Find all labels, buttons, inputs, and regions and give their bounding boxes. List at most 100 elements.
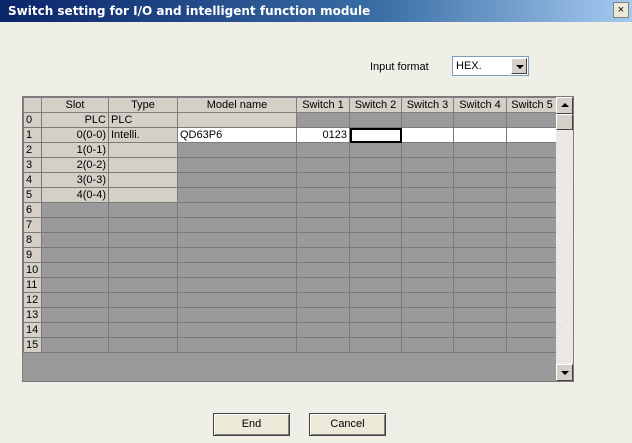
cell-s4[interactable] xyxy=(453,202,507,218)
cell-s4[interactable] xyxy=(453,187,507,203)
row-header[interactable]: 1 xyxy=(23,127,42,143)
table-row[interactable]: 6 xyxy=(23,202,558,218)
cell-type[interactable] xyxy=(108,307,178,323)
cell-s3[interactable] xyxy=(401,307,454,323)
cell-model[interactable] xyxy=(177,187,297,203)
cell-s1[interactable] xyxy=(296,187,350,203)
row-header[interactable]: 4 xyxy=(23,172,42,188)
cell-s3[interactable] xyxy=(401,127,454,143)
cell-s1[interactable] xyxy=(296,112,350,128)
cell-s5[interactable] xyxy=(506,247,558,263)
cell-s4[interactable] xyxy=(453,142,507,158)
cell-s5[interactable] xyxy=(506,142,558,158)
cell-s2[interactable] xyxy=(349,262,402,278)
cell-s4[interactable] xyxy=(453,247,507,263)
scroll-thumb[interactable] xyxy=(556,114,573,130)
cell-s5[interactable] xyxy=(506,127,558,143)
cell-s5[interactable] xyxy=(506,217,558,233)
row-header[interactable]: 9 xyxy=(23,247,42,263)
cell-s5[interactable] xyxy=(506,262,558,278)
cell-slot[interactable] xyxy=(41,247,109,263)
cell-type[interactable] xyxy=(108,337,178,353)
cell-s2[interactable] xyxy=(349,172,402,188)
cell-s2[interactable] xyxy=(349,112,402,128)
title-bar[interactable]: Switch setting for I/O and intelligent f… xyxy=(0,0,632,22)
row-header[interactable]: 8 xyxy=(23,232,42,248)
cell-model[interactable] xyxy=(177,232,297,248)
column-header-model-name[interactable]: Model name xyxy=(177,97,297,113)
cell-s3[interactable] xyxy=(401,292,454,308)
cell-s2[interactable] xyxy=(349,157,402,173)
cell-model[interactable] xyxy=(177,112,297,128)
cell-s1[interactable] xyxy=(296,292,350,308)
cell-s2[interactable] xyxy=(349,142,402,158)
cell-slot[interactable]: 2(0-2) xyxy=(41,157,109,173)
cell-slot[interactable] xyxy=(41,292,109,308)
table-row[interactable]: 11 xyxy=(23,277,558,293)
cell-type[interactable] xyxy=(108,142,178,158)
cell-s1[interactable] xyxy=(296,232,350,248)
cell-s4[interactable] xyxy=(453,127,507,143)
cell-s1[interactable] xyxy=(296,247,350,263)
cell-model[interactable] xyxy=(177,292,297,308)
cell-s4[interactable] xyxy=(453,157,507,173)
column-header-switch-2[interactable]: Switch 2 xyxy=(349,97,402,113)
cell-s3[interactable] xyxy=(401,277,454,293)
column-header-slot[interactable]: Slot xyxy=(41,97,109,113)
cell-model[interactable] xyxy=(177,307,297,323)
column-header-switch-1[interactable]: Switch 1 xyxy=(296,97,350,113)
cell-slot[interactable] xyxy=(41,202,109,218)
cell-model[interactable] xyxy=(177,217,297,233)
cell-type[interactable] xyxy=(108,247,178,263)
cell-s2[interactable] xyxy=(349,187,402,203)
table-row[interactable]: 7 xyxy=(23,217,558,233)
scroll-up-icon[interactable] xyxy=(556,97,573,114)
cell-s4[interactable] xyxy=(453,277,507,293)
cell-type[interactable] xyxy=(108,202,178,218)
cell-s2[interactable] xyxy=(349,322,402,338)
cell-s4[interactable] xyxy=(453,232,507,248)
cell-slot[interactable] xyxy=(41,232,109,248)
cell-slot[interactable] xyxy=(41,322,109,338)
cell-s5[interactable] xyxy=(506,277,558,293)
cell-s4[interactable] xyxy=(453,307,507,323)
table-row[interactable]: 12 xyxy=(23,292,558,308)
cell-s1[interactable] xyxy=(296,337,350,353)
cell-s3[interactable] xyxy=(401,247,454,263)
table-row[interactable]: 13 xyxy=(23,307,558,323)
row-header[interactable]: 14 xyxy=(23,322,42,338)
cell-type[interactable]: Intelli. xyxy=(108,127,178,143)
cell-model[interactable] xyxy=(177,202,297,218)
cell-model[interactable] xyxy=(177,322,297,338)
cell-s3[interactable] xyxy=(401,157,454,173)
cell-s5[interactable] xyxy=(506,202,558,218)
cell-model[interactable] xyxy=(177,157,297,173)
cell-slot[interactable]: 1(0-1) xyxy=(41,142,109,158)
cell-model[interactable]: QD63P6 xyxy=(177,127,297,143)
cell-type[interactable] xyxy=(108,217,178,233)
cell-s1[interactable] xyxy=(296,157,350,173)
table-row[interactable]: 3 2(0-2) xyxy=(23,157,558,173)
cell-s5[interactable] xyxy=(506,292,558,308)
cell-s1[interactable] xyxy=(296,142,350,158)
row-header[interactable]: 6 xyxy=(23,202,42,218)
cell-s2[interactable] xyxy=(349,127,402,143)
cell-s1[interactable] xyxy=(296,172,350,188)
chevron-down-icon[interactable] xyxy=(511,58,527,74)
cell-type[interactable] xyxy=(108,322,178,338)
cell-s2[interactable] xyxy=(349,307,402,323)
row-header[interactable]: 0 xyxy=(23,112,42,128)
cell-s1[interactable] xyxy=(296,217,350,233)
cell-s3[interactable] xyxy=(401,187,454,203)
cell-s4[interactable] xyxy=(453,292,507,308)
cell-type[interactable] xyxy=(108,262,178,278)
cancel-button[interactable]: Cancel xyxy=(309,413,386,436)
cell-slot[interactable]: 4(0-4) xyxy=(41,187,109,203)
cell-s3[interactable] xyxy=(401,337,454,353)
cell-slot[interactable] xyxy=(41,217,109,233)
cell-slot[interactable]: 3(0-3) xyxy=(41,172,109,188)
end-button[interactable]: End xyxy=(213,413,290,436)
cell-s5[interactable] xyxy=(506,157,558,173)
cell-slot[interactable] xyxy=(41,337,109,353)
cell-s4[interactable] xyxy=(453,112,507,128)
